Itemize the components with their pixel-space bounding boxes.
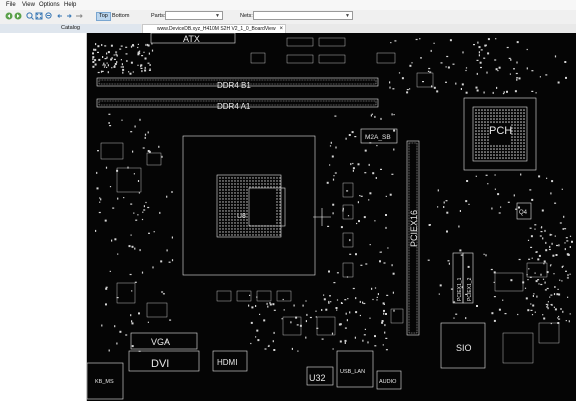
menu-view[interactable]: View [22, 2, 35, 8]
nav-forward-icon[interactable] [14, 12, 22, 20]
menu-file[interactable]: File [6, 2, 16, 8]
board-canvas[interactable]: ATX DDR4 B1 DDR4 A1 M2A_SB PCH PCIEX16 P… [87, 33, 576, 401]
menu-help[interactable]: Help [64, 2, 76, 8]
nets-label: Nets: [240, 13, 253, 19]
label-hdmi: HDMI [217, 358, 237, 367]
parts-combo[interactable]: ▼ [165, 11, 223, 20]
label-ddr4-b1: DDR4 B1 [217, 81, 251, 90]
label-u32: U32 [309, 373, 326, 383]
label-vga: VGA [151, 337, 170, 347]
toolbar: Top Bottom Parts: ▼ Nets: ▼ [0, 10, 576, 24]
label-ddr4-a1: DDR4 A1 [217, 102, 251, 111]
chevron-down-icon: ▼ [345, 13, 350, 19]
label-sio: SIO [456, 343, 472, 353]
label-pciex16: PCIEX16 [409, 210, 419, 247]
arrow-left-icon[interactable] [56, 12, 64, 20]
fit-icon[interactable] [35, 12, 43, 20]
parts-label: Parts: [151, 13, 166, 19]
zoom-in-icon[interactable] [26, 12, 34, 20]
catalog-pane[interactable] [0, 33, 87, 401]
label-kb-ms: KB_MS [95, 379, 114, 385]
zoom-out-icon[interactable] [45, 12, 53, 20]
bottom-side-button[interactable]: Bottom [110, 12, 131, 21]
label-pciex1-2: PCIEX1_2 [467, 277, 473, 301]
nets-combo[interactable]: ▼ [253, 11, 353, 20]
chevron-down-icon: ▼ [215, 13, 220, 19]
label-m2a: M2A_SB [365, 134, 391, 141]
menu-bar: File View Options Help [0, 0, 576, 10]
board-drawing[interactable]: ATX DDR4 B1 DDR4 A1 M2A_SB PCH PCIEX16 P… [87, 33, 576, 401]
label-q4: Q4 [519, 210, 528, 216]
label-atx: ATX [183, 34, 200, 44]
menu-options[interactable]: Options [39, 2, 60, 8]
tab-file-label: www.DeviceDB.xyz_H410M S2H V2_1_0_BoardV… [157, 26, 276, 32]
label-dvi: DVI [151, 358, 169, 370]
label-pch: PCH [489, 125, 512, 137]
close-icon[interactable]: × [279, 25, 283, 33]
label-audio: AUDIO [379, 379, 397, 385]
label-pciex1-1: PCIEX1_1 [457, 277, 463, 301]
arrow-right-icon[interactable] [65, 12, 73, 20]
top-side-button[interactable]: Top [96, 12, 111, 21]
cpu-ball-grid [219, 177, 281, 236]
tab-boardview-file[interactable]: www.DeviceDB.xyz_H410M S2H V2_1_0_BoardV… [142, 24, 286, 33]
flip-icon[interactable] [75, 12, 83, 20]
label-cpu: U8 [237, 213, 246, 220]
label-usb-lan: USB_LAN [340, 369, 365, 375]
tab-catalog[interactable]: Catalog [0, 24, 141, 33]
crosshair-icon [313, 208, 331, 226]
nav-back-icon[interactable] [5, 12, 13, 20]
component-pads [92, 38, 573, 352]
